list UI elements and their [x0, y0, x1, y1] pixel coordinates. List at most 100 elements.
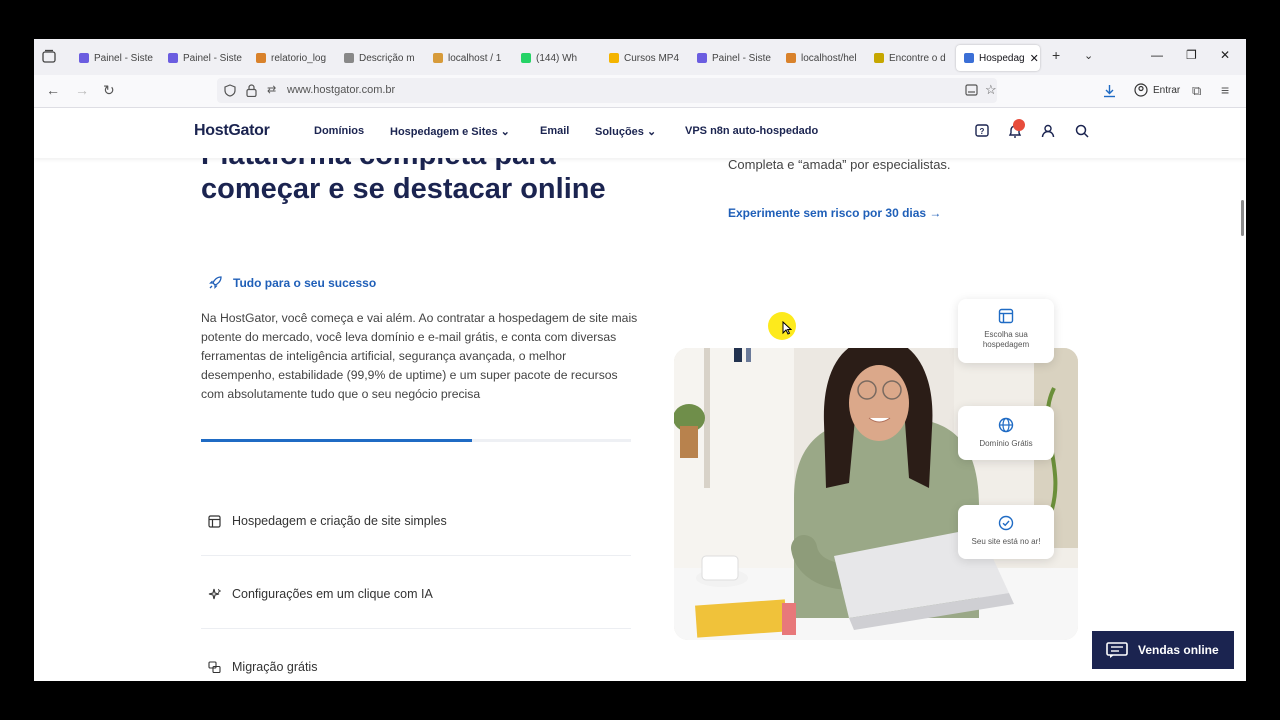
shield-icon[interactable] — [224, 84, 236, 97]
card-choose-hosting: Escolha sua hospedagem — [958, 299, 1054, 363]
browser-window: Painel - Siste Painel - Siste relatorio_lo… — [34, 39, 1246, 681]
user-icon[interactable] — [1040, 123, 1056, 139]
menu-vps[interactable]: VPS n8n auto-hospedado — [685, 125, 818, 137]
tab-label: Descrição m — [359, 52, 415, 64]
navigation-bar: ← → ↻ ⇄ www.hostgator.com.br ☆ Entrar ⧉ … — [34, 75, 1246, 108]
hero-photo — [674, 348, 1078, 640]
sparkle-icon — [208, 588, 221, 599]
tab-label: relatorio_log — [271, 52, 327, 64]
extensions-icon[interactable]: ⧉ — [1192, 83, 1201, 99]
tab-favicon-icon — [521, 53, 531, 63]
browser-tab[interactable]: localhost / 1 — [425, 45, 511, 71]
restore-icon[interactable]: ❐ — [1186, 48, 1197, 62]
close-window-icon[interactable]: ✕ — [1220, 48, 1230, 62]
sign-in-label: Entrar — [1153, 84, 1181, 96]
menu-solucoes[interactable]: Soluções ⌄ — [595, 125, 656, 138]
tab-favicon-icon — [168, 53, 178, 63]
try-risk-free-link[interactable]: Experimente sem risco por 30 dias → — [728, 206, 941, 220]
migration-icon — [208, 660, 221, 673]
layout-icon — [208, 514, 221, 528]
search-icon[interactable] — [1074, 123, 1090, 139]
browser-tab[interactable]: Encontre o d — [866, 45, 952, 71]
card-site-live: Seu site está no ar! — [958, 505, 1054, 559]
reload-icon[interactable]: ↻ — [103, 82, 115, 99]
feature-item[interactable]: Migração grátis — [208, 660, 317, 674]
card-label: Escolha sua hospedagem — [982, 330, 1030, 349]
chevron-down-icon[interactable]: ⌄ — [1084, 49, 1093, 62]
feature-item[interactable]: Hospedagem e criação de site simples — [208, 514, 447, 528]
menu-email[interactable]: Email — [540, 125, 569, 137]
help-icon[interactable]: ? — [974, 123, 990, 139]
minimize-icon[interactable]: — — [1151, 48, 1163, 62]
tab-overview-icon[interactable] — [42, 49, 56, 63]
chevron-down-icon: ⌄ — [646, 126, 657, 138]
url-text[interactable]: www.hostgator.com.br — [287, 84, 395, 96]
card-label: Domínio Grátis — [979, 439, 1033, 448]
account-icon — [1134, 83, 1148, 97]
notification-badge — [1013, 119, 1025, 131]
tab-label: localhost/hel — [801, 52, 857, 64]
hero-subtext: Completa e “amada” por especialistas. — [728, 157, 951, 172]
browser-tab[interactable]: Cursos MP4 — [601, 45, 687, 71]
tab-label: Cursos MP4 — [624, 52, 680, 64]
tab-favicon-icon — [344, 53, 354, 63]
scrollbar-thumb[interactable] — [1241, 200, 1244, 236]
divider — [201, 628, 631, 629]
hero-title-line-2: começar e se destacar online — [201, 173, 606, 205]
tab-bar: Painel - Siste Painel - Siste relatorio_lo… — [34, 39, 1246, 75]
feature-label: Migração grátis — [232, 660, 318, 674]
new-tab-icon[interactable]: + — [1052, 47, 1060, 63]
tab-favicon-icon — [433, 53, 443, 63]
card-free-domain: Domínio Grátis — [958, 406, 1054, 460]
browser-tab[interactable]: (144) Wh — [513, 45, 599, 71]
browser-tab[interactable]: localhost/hel — [778, 45, 864, 71]
globe-icon — [998, 417, 1014, 433]
svg-text:?: ? — [980, 127, 985, 136]
browser-tab[interactable]: Hospedag ✕ — [956, 45, 1040, 71]
hero-title-line-1: Plataforma completa para — [201, 158, 556, 171]
success-heading: Tudo para o seu sucesso — [208, 275, 376, 290]
check-circle-icon — [998, 515, 1014, 531]
hostgator-logo[interactable]: HostGator — [194, 122, 270, 140]
chevron-down-icon: ⌄ — [500, 126, 510, 138]
reader-view-icon[interactable] — [965, 84, 978, 96]
menu-hospedagem[interactable]: Hospedagem e Sites ⌄ — [390, 125, 510, 138]
site-header: HostGator Domínios Hospedagem e Sites ⌄ … — [34, 108, 1246, 158]
tab-favicon-icon — [786, 53, 796, 63]
mouse-cursor-icon — [782, 321, 792, 335]
sign-in-button[interactable]: Entrar — [1134, 83, 1180, 97]
browser-tab[interactable]: Painel - Siste — [160, 45, 246, 71]
tab-label: (144) Wh — [536, 52, 578, 64]
browser-tab[interactable]: relatorio_log — [248, 45, 334, 71]
bookmark-star-icon[interactable]: ☆ — [985, 82, 997, 98]
browser-tab[interactable]: Painel - Siste — [689, 45, 775, 71]
tab-favicon-icon — [874, 53, 884, 63]
lock-icon[interactable] — [246, 84, 257, 97]
tab-favicon-icon — [964, 53, 974, 63]
close-tab-icon[interactable]: ✕ — [1030, 52, 1039, 65]
progress-fill — [201, 439, 472, 442]
tab-label: Painel - Siste — [94, 52, 153, 64]
feature-item[interactable]: Configurações em um clique com IA — [208, 587, 433, 601]
browser-tab[interactable]: Painel - Siste — [71, 45, 157, 71]
url-bar[interactable]: ⇄ www.hostgator.com.br ☆ — [217, 78, 997, 103]
permissions-icon[interactable]: ⇄ — [267, 83, 276, 96]
menu-icon[interactable]: ≡ — [1221, 82, 1229, 98]
menu-hospedagem-label: Hospedagem e Sites — [390, 126, 498, 138]
success-label: Tudo para o seu sucesso — [233, 275, 377, 290]
menu-dominios[interactable]: Domínios — [314, 125, 364, 137]
divider — [201, 555, 631, 556]
tab-label: localhost / 1 — [448, 52, 502, 64]
back-icon[interactable]: ← — [46, 82, 60, 98]
sales-chat-button[interactable]: Vendas online — [1092, 631, 1234, 669]
tab-label: Encontre o d — [889, 52, 946, 64]
page-content: Plataforma completa para começar e se de… — [34, 157, 1246, 681]
hero-title: Plataforma completa para começar e se de… — [201, 158, 681, 206]
tab-label: Hospedag — [979, 52, 1025, 64]
downloads-icon[interactable] — [1103, 84, 1116, 98]
browser-tab[interactable]: Descrição m — [336, 45, 422, 71]
tab-favicon-icon — [697, 53, 707, 63]
menu-solucoes-label: Soluções — [595, 126, 644, 138]
tab-label: Painel - Siste — [712, 52, 771, 64]
forward-icon[interactable]: → — [75, 82, 89, 98]
